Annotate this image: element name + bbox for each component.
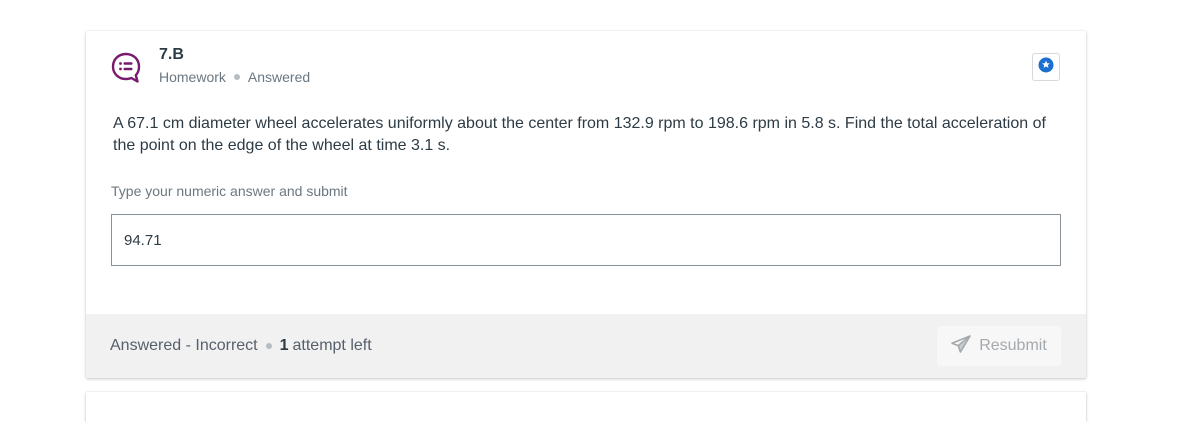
question-footer: Answered - Incorrect 1 attempt left Resu… [86, 314, 1086, 378]
question-meta: Homework Answered [159, 68, 310, 86]
separator-dot [265, 343, 272, 349]
question-header-text: 7.B Homework Answered [159, 45, 310, 86]
status-text: Answered - Incorrect [110, 337, 258, 354]
question-number: 7.B [159, 46, 184, 63]
question-type: Homework [159, 69, 226, 85]
next-question-card [86, 392, 1086, 422]
question-chat-icon [110, 51, 142, 85]
attempts-label: attempt left [292, 337, 372, 354]
separator-dot [233, 74, 240, 80]
resubmit-label: Resubmit [979, 337, 1047, 354]
answer-label: Type your numeric answer and submit [111, 183, 348, 199]
question-header: 7.B Homework Answered [110, 45, 310, 86]
answer-status: Answered - Incorrect 1 attempt left [110, 314, 372, 378]
send-icon [951, 334, 979, 358]
star-badge-icon [1038, 57, 1054, 78]
attempts-count: 1 [279, 337, 289, 354]
resubmit-button[interactable]: Resubmit [937, 326, 1061, 366]
question-state: Answered [247, 69, 311, 85]
question-card: 7.B Homework Answered A 67.1 cm diameter… [86, 31, 1086, 378]
question-text: A 67.1 cm diameter wheel accelerates uni… [113, 115, 1046, 154]
answer-input[interactable] [111, 214, 1061, 266]
bookmark-button[interactable] [1032, 53, 1060, 81]
